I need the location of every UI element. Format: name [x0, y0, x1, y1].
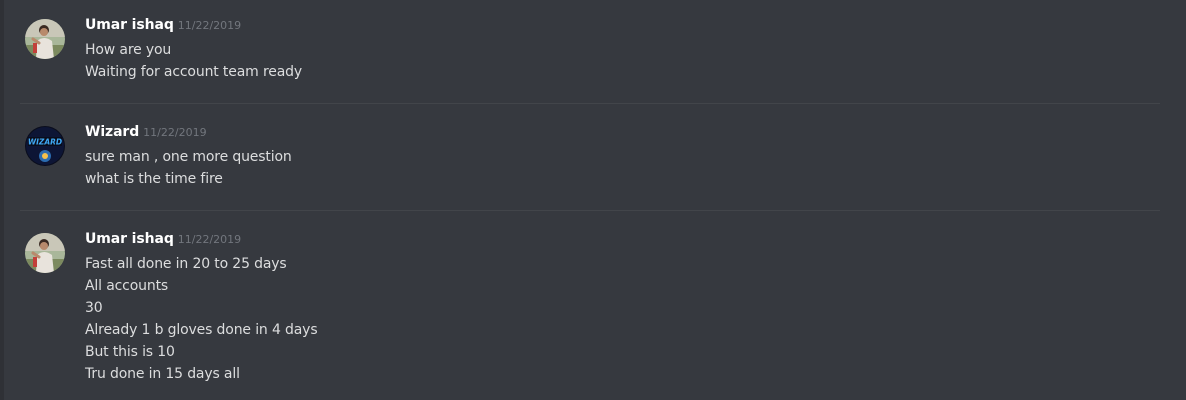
user-photo-avatar-icon[interactable] — [25, 19, 65, 59]
message-content: Fast all done in 20 to 25 days All accou… — [85, 253, 318, 385]
username[interactable]: Wizard — [85, 124, 139, 140]
username[interactable]: Umar ishaq — [85, 231, 174, 247]
message-line: Waiting for account team ready — [85, 64, 303, 80]
message-line: But this is 10 — [85, 344, 175, 360]
message-line: Tru done in 15 days all — [85, 366, 240, 382]
wizard-logo-text: WIZARD — [28, 138, 62, 147]
message-line: what is the time fire — [85, 171, 223, 187]
user-photo-avatar-icon[interactable] — [25, 233, 65, 273]
message-line: Already 1 b gloves done in 4 days — [85, 322, 318, 338]
timestamp[interactable]: 11/22/2019 — [178, 233, 241, 246]
message-line: 30 — [85, 300, 103, 316]
message-content: How are you Waiting for account team rea… — [85, 39, 302, 83]
message-content: sure man , one more question what is the… — [85, 146, 292, 190]
message-group: Umar ishaq 11/22/2019 Fast all done in 2… — [0, 231, 1186, 391]
message-line: All accounts — [85, 278, 169, 294]
message-line: Fast all done in 20 to 25 days — [85, 256, 287, 272]
chat-messages[interactable]: Umar ishaq 11/22/2019 How are you Waitin… — [0, 0, 1186, 400]
message-group: WIZARD Wizard 11/22/2019 sure man , one … — [0, 124, 1186, 194]
timestamp[interactable]: 11/22/2019 — [178, 19, 241, 32]
message-line: sure man , one more question — [85, 149, 292, 165]
username[interactable]: Umar ishaq — [85, 17, 174, 33]
wizard-logo-avatar-icon[interactable]: WIZARD — [25, 126, 65, 166]
message-header: Wizard 11/22/2019 — [85, 124, 207, 146]
message-header: Umar ishaq 11/22/2019 — [85, 17, 241, 39]
message-line: How are you — [85, 42, 172, 58]
message-header: Umar ishaq 11/22/2019 — [85, 231, 241, 253]
message-divider — [20, 210, 1160, 211]
message-group: Umar ishaq 11/22/2019 How are you Waitin… — [0, 17, 1186, 87]
timestamp[interactable]: 11/22/2019 — [143, 126, 206, 139]
message-divider — [20, 103, 1160, 104]
